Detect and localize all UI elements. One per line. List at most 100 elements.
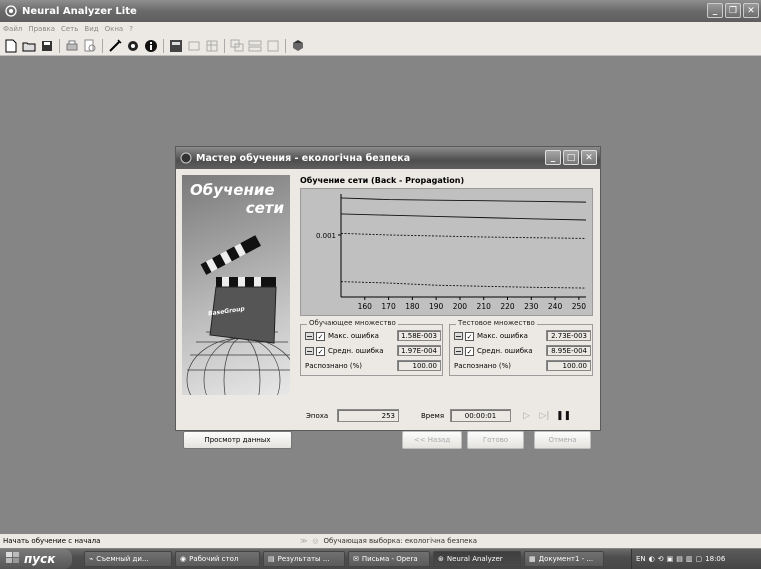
open-folder-icon[interactable] — [21, 38, 37, 54]
menu-view[interactable]: Вид — [84, 25, 98, 33]
taskbar-item-active[interactable]: ⊛ Neural Analyzer — [433, 551, 521, 567]
display-tray-icon[interactable]: ▥ — [686, 555, 693, 563]
start-button[interactable]: пуск — [0, 549, 72, 569]
training-set-legend: Обучающее множество — [307, 319, 398, 327]
x-tick-label: 190 — [429, 302, 444, 311]
antivirus-icon[interactable]: ▣ — [667, 555, 674, 563]
menu-file[interactable]: Файл — [3, 25, 22, 33]
menu-network[interactable]: Сеть — [61, 25, 78, 33]
chart-color-icon[interactable] — [454, 347, 463, 355]
error-chart: 160 170 180 190 200 210 220 230 240 250 0.001 — [300, 188, 593, 316]
training-section-title: Обучение сети (Back - Propagation) — [300, 176, 465, 185]
save-icon[interactable] — [39, 38, 55, 54]
task-label: Neural Analyzer — [446, 555, 503, 563]
taskbar-item[interactable]: ⌁ Съемный ди... — [84, 551, 172, 567]
view-data-button[interactable]: Просмотр данных — [183, 431, 292, 449]
toolbar-separator — [224, 38, 225, 53]
chart-color-icon[interactable] — [454, 332, 463, 340]
cascade-disabled-icon — [229, 38, 245, 54]
app-logo-icon — [4, 4, 18, 18]
x-tick-label: 220 — [500, 302, 515, 311]
new-file-icon[interactable] — [3, 38, 19, 54]
toolbar — [0, 36, 761, 56]
network-tray-icon[interactable]: ⟲ — [658, 555, 664, 563]
toolbar-separator — [102, 38, 103, 53]
taskbar-item[interactable]: ◉ Рабочий стол — [175, 551, 260, 567]
status-message: Начать обучение с начала — [3, 537, 101, 545]
start-label: пуск — [24, 552, 56, 566]
play-icon[interactable]: ▷ — [518, 408, 535, 424]
wizard-icon[interactable] — [107, 38, 123, 54]
word-icon: ▦ — [529, 555, 536, 563]
menu-windows[interactable]: Окна — [105, 25, 124, 33]
print-icon[interactable] — [64, 38, 80, 54]
dialog-maximize-button[interactable]: □ — [563, 150, 579, 165]
taskbar-item[interactable]: ✉ Письма - Opera — [348, 551, 430, 567]
network-icon[interactable] — [125, 38, 141, 54]
test-max-error-checkbox[interactable]: ✓ — [465, 331, 474, 341]
train-max-error-checkbox[interactable]: ✓ — [316, 331, 325, 341]
menu-help[interactable]: ? — [129, 25, 133, 33]
pause-icon[interactable]: ❚❚ — [555, 408, 572, 424]
taskbar-item[interactable]: ▤ Результаты ... — [263, 551, 345, 567]
dialog-title: Мастер обучения - екологічна безпека — [196, 152, 411, 164]
system-tray: EN ◐ ⟲ ▣ ▤ ▥ ▢ 18:06 — [631, 549, 761, 569]
opera-icon: ✉ — [353, 555, 359, 563]
dialog-minimize-button[interactable]: _ — [545, 150, 561, 165]
app-title-bar: Neural Analyzer Lite _ ❐ ✕ — [0, 0, 761, 22]
menu-edit[interactable]: Правка — [28, 25, 55, 33]
x-tick-label: 210 — [477, 302, 492, 311]
minimize-button[interactable]: _ — [707, 3, 723, 18]
test-avg-error-value: 8.95E-004 — [546, 345, 591, 356]
x-tick-label: 250 — [572, 302, 587, 311]
clock: 18:06 — [705, 555, 726, 563]
close-button[interactable]: ✕ — [743, 3, 759, 18]
monitor-tray-icon[interactable]: ▢ — [696, 555, 703, 563]
network-status-icon: ◎ — [312, 537, 319, 545]
chart-color-icon[interactable] — [305, 347, 314, 355]
printer-tray-icon[interactable]: ▤ — [676, 555, 683, 563]
clapperboard-icon — [186, 235, 290, 395]
taskbar: пуск ⌁ Съемный ди... ◉ Рабочий стол ▤ Резул… — [0, 549, 761, 569]
neural-analyzer-icon: ⊛ — [438, 555, 444, 563]
book-icon[interactable] — [290, 38, 306, 54]
series-line-3 — [340, 232, 587, 239]
train-avg-error-checkbox[interactable]: ✓ — [316, 346, 325, 356]
status-dataset: Обучающая выборка: екологічна безпека — [323, 537, 478, 545]
dialog-close-button[interactable]: ✕ — [581, 150, 597, 165]
toolbar-separator — [285, 38, 286, 53]
calculator-icon[interactable] — [168, 38, 184, 54]
desktop-icon: ◉ — [180, 555, 187, 563]
settings-disabled-icon — [186, 38, 202, 54]
language-indicator[interactable]: EN — [636, 555, 646, 563]
taskbar-item[interactable]: ▦ Документ1 - ... — [524, 551, 604, 567]
step-forward-icon[interactable]: ▷| — [536, 408, 553, 424]
train-recognized-label: Распознано (%) — [305, 362, 363, 370]
print-preview-icon[interactable] — [82, 38, 98, 54]
test-avg-error-checkbox[interactable]: ✓ — [465, 346, 474, 356]
windows-logo-icon — [6, 551, 20, 567]
train-max-error-value: 1.58E-003 — [397, 330, 441, 341]
cancel-button[interactable]: Отмена — [534, 431, 591, 449]
series-line-2 — [340, 213, 587, 221]
time-label: Время — [421, 412, 445, 420]
task-label: Съемный ди... — [96, 555, 149, 563]
volume-icon[interactable]: ◐ — [649, 555, 655, 563]
test-recognized-label: Распознано (%) — [454, 362, 512, 370]
train-recognized-value: 100.00 — [397, 360, 441, 371]
epoch-label: Эпоха — [306, 412, 329, 420]
menu-bar: Файл Правка Сеть Вид Окна ? — [0, 22, 761, 36]
x-tick-label: 170 — [381, 302, 396, 311]
toolbar-separator — [59, 38, 60, 53]
x-tick-label: 160 — [358, 302, 373, 311]
info-icon[interactable] — [143, 38, 159, 54]
app-title: Neural Analyzer Lite — [22, 5, 137, 17]
restore-button[interactable]: ❐ — [725, 3, 741, 18]
x-tick-label: 230 — [524, 302, 539, 311]
task-label: Результаты ... — [277, 555, 330, 563]
back-button[interactable]: << Назад — [402, 431, 462, 449]
done-button[interactable]: Готово — [467, 431, 524, 449]
chart-color-icon[interactable] — [305, 332, 314, 340]
x-tick-label: 200 — [453, 302, 468, 311]
y-tick-label: 0.001 — [316, 232, 336, 240]
